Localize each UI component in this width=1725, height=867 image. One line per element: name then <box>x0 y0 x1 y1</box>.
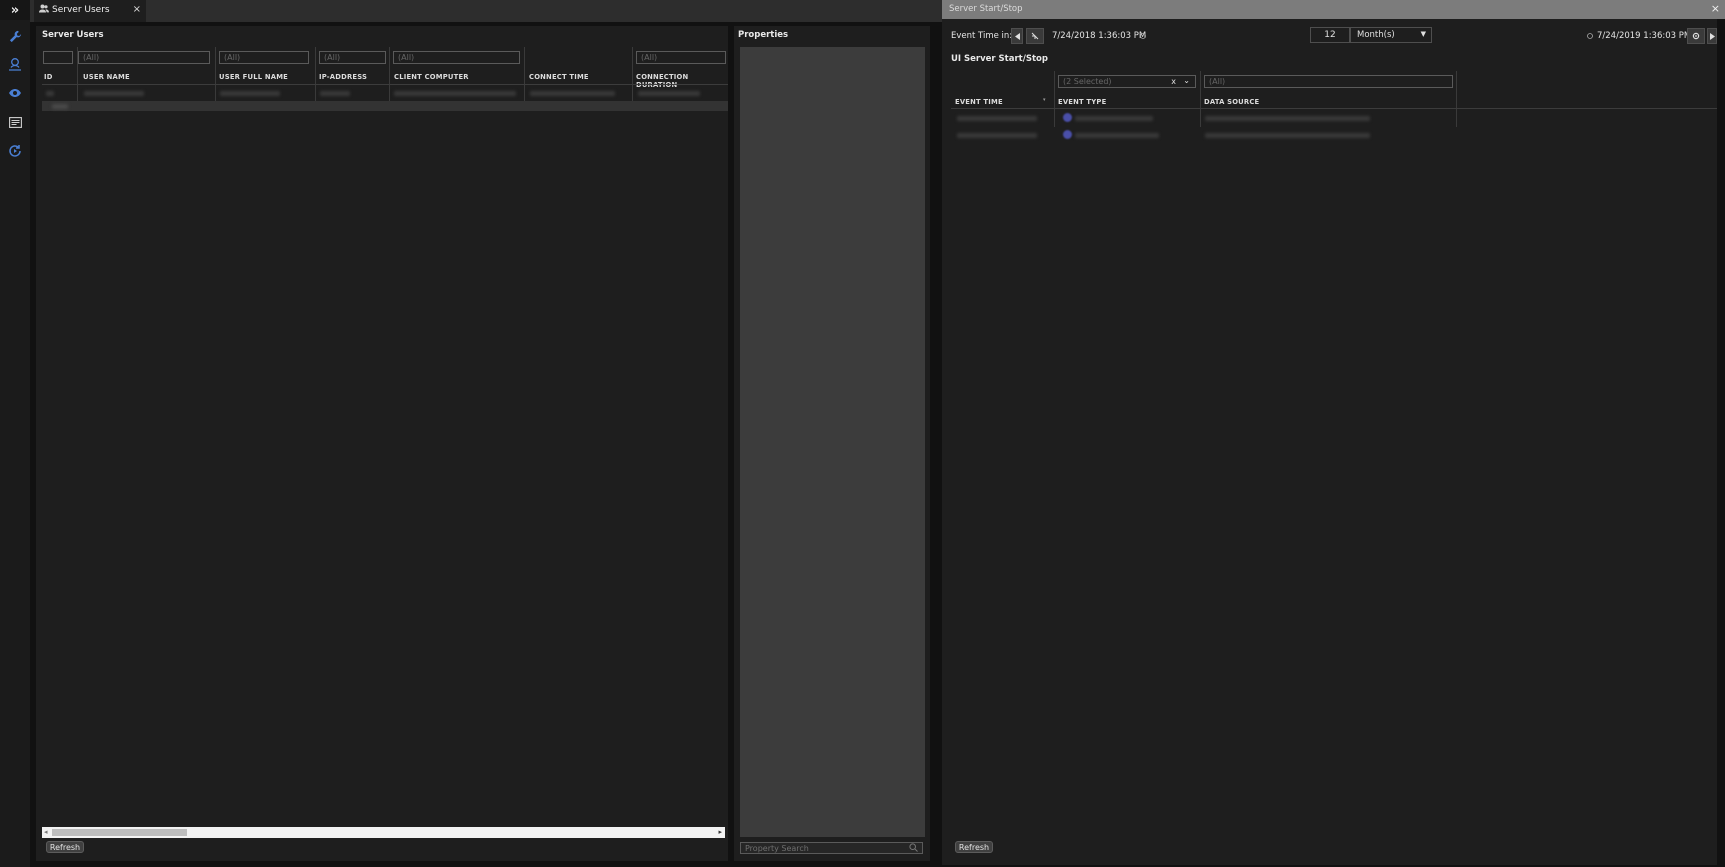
column-header-ip-address[interactable]: IP-ADDRESS <box>319 73 367 81</box>
redacted-cell <box>1075 133 1159 138</box>
property-search-input[interactable]: Property Search <box>740 842 923 854</box>
event-type-filter[interactable]: (2 Selected) x ⌄ <box>1058 75 1196 88</box>
eye-icon[interactable] <box>5 83 25 103</box>
period-count-input[interactable]: 12 <box>1310 27 1350 43</box>
refresh-cycle-icon[interactable] <box>5 141 25 161</box>
period-unit-select[interactable]: Month(s) ▼ <box>1350 27 1432 43</box>
redacted-cell <box>394 91 516 96</box>
event-type-icon <box>1063 130 1072 139</box>
redacted-cell <box>530 91 615 96</box>
redacted-cell <box>1205 133 1370 138</box>
refresh-button[interactable]: Refresh <box>46 841 84 853</box>
column-header-id[interactable]: ID <box>44 73 53 81</box>
tab-label: Server Users <box>52 5 110 15</box>
users-icon <box>39 4 49 16</box>
sort-descending-icon[interactable]: ▾ <box>1043 97 1046 103</box>
ip-address-filter[interactable]: (All) <box>319 51 386 64</box>
user-network-icon[interactable] <box>5 54 25 74</box>
redacted-cell <box>957 116 1037 121</box>
link-range-button[interactable] <box>1026 28 1044 44</box>
close-icon[interactable]: × <box>133 4 141 15</box>
chevron-down-icon: ▼ <box>1420 30 1426 38</box>
column-header-client-computer[interactable]: CLIENT COMPUTER <box>394 73 469 81</box>
search-icon[interactable] <box>909 843 918 854</box>
panel-title: Server Users <box>42 30 104 40</box>
redacted-cell <box>220 91 280 96</box>
column-header-user-name[interactable]: USER NAME <box>83 73 130 81</box>
user-full-name-filter[interactable]: (All) <box>219 51 309 64</box>
clock-icon[interactable] <box>1140 32 1146 41</box>
redacted-cell <box>46 91 54 96</box>
chevron-down-icon[interactable]: ⌄ <box>1183 76 1190 85</box>
clear-filter-button[interactable]: x <box>1171 77 1176 86</box>
left-rail: » <box>0 0 30 867</box>
event-type-icon <box>1063 113 1072 122</box>
column-header-connect-time[interactable]: CONNECT TIME <box>529 73 589 81</box>
header-divider <box>951 108 1717 109</box>
close-icon[interactable]: × <box>1711 2 1720 15</box>
scroll-right-icon[interactable]: ▸ <box>718 828 722 836</box>
wrench-icon[interactable] <box>5 26 25 46</box>
table-row[interactable] <box>42 88 728 98</box>
settings-button[interactable] <box>1687 28 1705 44</box>
horizontal-scrollbar[interactable]: ◂ ▸ <box>42 827 725 838</box>
data-source-filter[interactable]: (All) <box>1204 75 1453 88</box>
redacted-cell <box>52 104 68 109</box>
table-row[interactable] <box>951 129 1717 141</box>
tab-server-users[interactable]: Server Users × <box>34 0 146 22</box>
expand-rail-button[interactable]: » <box>0 0 30 20</box>
scrollbar-thumb[interactable] <box>52 829 187 836</box>
event-time-label: Event Time in: <box>951 31 1013 41</box>
column-header-event-type[interactable]: EVENT TYPE <box>1058 98 1106 106</box>
server-start-stop-window: Event Time in: 7/24/2018 1:36:03 PM 12 M… <box>942 19 1717 865</box>
connection-duration-filter[interactable]: (All) <box>636 51 726 64</box>
previous-period-button[interactable] <box>1011 28 1023 44</box>
server-start-stop-titlebar[interactable]: Server Start/Stop × <box>942 0 1725 19</box>
scroll-left-icon[interactable]: ◂ <box>44 828 48 836</box>
clock-icon[interactable] <box>1587 32 1593 41</box>
refresh-button[interactable]: Refresh <box>955 841 993 853</box>
period-unit-value: Month(s) <box>1357 30 1395 40</box>
column-header-event-time[interactable]: EVENT TIME <box>955 98 1003 106</box>
start-time[interactable]: 7/24/2018 1:36:03 PM <box>1052 31 1146 41</box>
user-name-filter[interactable]: (All) <box>78 51 210 64</box>
list-card-icon[interactable] <box>5 112 25 132</box>
panel-title: Properties <box>738 30 789 40</box>
event-type-filter-value: (2 Selected) <box>1063 77 1112 86</box>
tab-strip <box>30 0 942 22</box>
properties-area <box>740 47 925 837</box>
column-header-user-full-name[interactable]: USER FULL NAME <box>219 73 288 81</box>
client-computer-filter[interactable]: (All) <box>393 51 520 64</box>
redacted-cell <box>638 91 700 96</box>
table-row-selected[interactable] <box>42 101 728 111</box>
id-filter[interactable] <box>43 51 73 64</box>
redacted-cell <box>84 91 144 96</box>
column-header-data-source[interactable]: DATA SOURCE <box>1204 98 1259 106</box>
end-time[interactable]: 7/24/2019 1:36:03 PM <box>1597 31 1691 41</box>
next-period-button[interactable] <box>1707 28 1717 44</box>
redacted-cell <box>320 91 350 96</box>
redacted-cell <box>957 133 1037 138</box>
column-header-connection-duration[interactable]: CONNECTION DURATION <box>636 73 728 89</box>
server-users-panel: Server Users (All) (All) (All) (All) (Al… <box>36 26 728 861</box>
grid-title: UI Server Start/Stop <box>951 54 1048 64</box>
redacted-cell <box>1075 116 1153 121</box>
table-row[interactable] <box>951 112 1717 124</box>
redacted-cell <box>1205 116 1370 121</box>
header-divider <box>42 84 728 85</box>
window-title: Server Start/Stop <box>949 4 1023 14</box>
